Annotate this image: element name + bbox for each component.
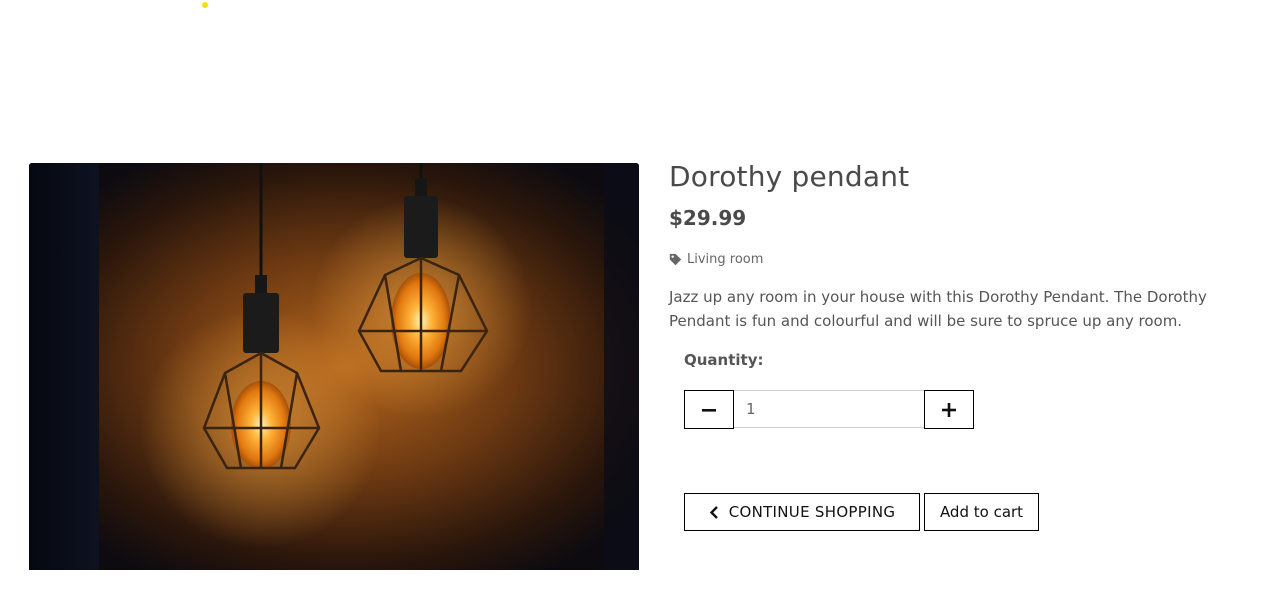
continue-shopping-label: CONTINUE SHOPPING bbox=[728, 503, 896, 521]
increase-quantity-button[interactable] bbox=[924, 390, 974, 429]
product-price: $29.99 bbox=[669, 206, 747, 230]
quantity-input[interactable] bbox=[734, 390, 924, 428]
product-description: Jazz up any room in your house with this… bbox=[669, 288, 1207, 330]
add-to-cart-button[interactable]: Add to cart bbox=[924, 493, 1039, 531]
tag-icon bbox=[669, 253, 682, 266]
product-page: Dorothy pendant $29.99 Living room Jazz … bbox=[0, 0, 1267, 593]
product-category[interactable]: Living room bbox=[669, 252, 763, 267]
minus-icon bbox=[702, 403, 716, 417]
plus-icon bbox=[942, 402, 956, 417]
product-image bbox=[29, 163, 639, 570]
quantity-label: Quantity: bbox=[684, 351, 764, 369]
decrease-quantity-button[interactable] bbox=[684, 390, 734, 429]
loading-dot bbox=[202, 2, 208, 8]
category-label[interactable]: Living room bbox=[687, 252, 763, 267]
chevron-left-icon bbox=[709, 505, 719, 519]
continue-shopping-button[interactable]: CONTINUE SHOPPING bbox=[684, 493, 920, 531]
product-title: Dorothy pendant bbox=[669, 160, 910, 193]
